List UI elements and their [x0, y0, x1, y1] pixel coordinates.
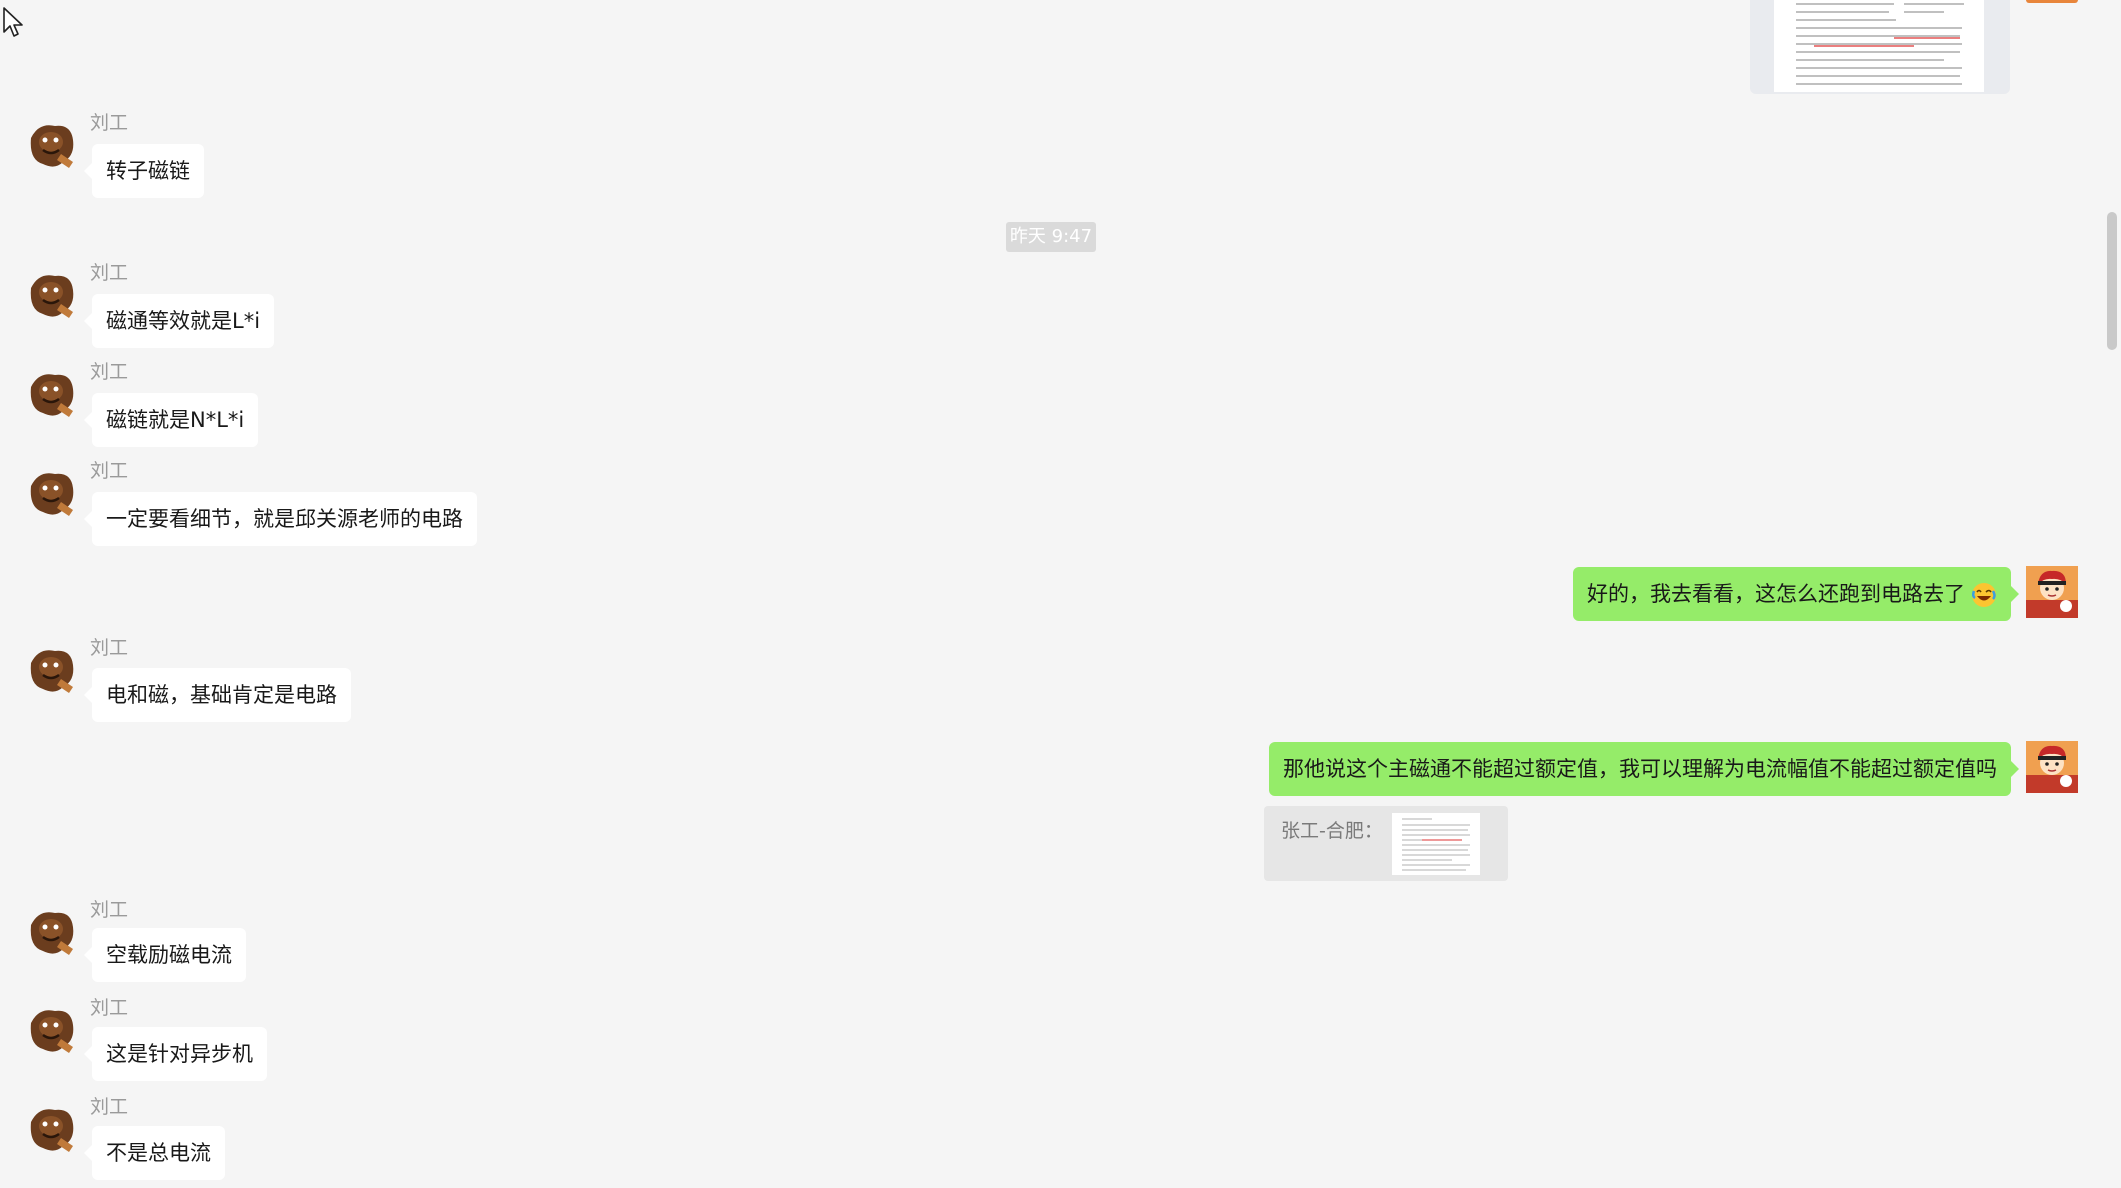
- avatar[interactable]: [25, 643, 77, 695]
- message-text: 好的，我去看看，这怎么还跑到电路去了: [1587, 582, 1965, 606]
- message-bubble[interactable]: 磁通等效就是L*i: [83, 294, 275, 348]
- scrollbar-thumb[interactable]: [2107, 212, 2117, 350]
- mouse-cursor-icon: [3, 7, 23, 37]
- self-avatar[interactable]: [2026, 741, 2078, 793]
- avatar[interactable]: [25, 466, 77, 518]
- message-bubble[interactable]: 不是总电流: [84, 1126, 225, 1180]
- avatar[interactable]: [25, 905, 77, 957]
- sender-name: 刘工: [90, 637, 129, 659]
- message-bubble[interactable]: 电和磁，基础肯定是电路: [84, 668, 351, 722]
- quoted-image-thumbnail[interactable]: [1392, 813, 1480, 875]
- message-bubble-outgoing[interactable]: 那他说这个主磁通不能超过额定值，我可以理解为电流幅值不能超过额定值吗: [1269, 742, 2019, 796]
- message-bubble[interactable]: 转子磁链: [84, 144, 204, 198]
- self-avatar[interactable]: [2026, 0, 2078, 3]
- document-image-message[interactable]: [1750, 0, 2010, 94]
- laughing-crying-emoji-icon: [1971, 583, 1996, 607]
- sender-name: 刘工: [90, 112, 129, 134]
- avatar[interactable]: [25, 118, 77, 170]
- message-bubble[interactable]: 一定要看细节，就是邱关源老师的电路: [84, 492, 477, 546]
- message-bubble[interactable]: 这是针对异步机: [84, 1027, 267, 1081]
- sender-name: 刘工: [90, 1096, 129, 1118]
- sender-name: 刘工: [90, 361, 129, 383]
- timestamp-divider: 昨天 9:47: [1006, 222, 1096, 252]
- avatar[interactable]: [25, 367, 77, 419]
- avatar[interactable]: [25, 1102, 77, 1154]
- sender-name: 刘工: [90, 899, 129, 921]
- self-avatar[interactable]: [2026, 566, 2078, 618]
- message-bubble[interactable]: 空载励磁电流: [84, 928, 246, 982]
- sender-name: 刘工: [90, 460, 129, 482]
- quoted-message[interactable]: 张工-合肥：: [1264, 806, 1508, 881]
- quote-sender-label: 张工-合肥：: [1281, 820, 1383, 842]
- document-thumbnail: [1774, 0, 1984, 92]
- avatar[interactable]: [25, 268, 77, 320]
- sender-name: 刘工: [90, 997, 129, 1019]
- message-bubble[interactable]: 磁链就是N*L*i: [83, 393, 259, 447]
- message-bubble-outgoing[interactable]: 好的，我去看看，这怎么还跑到电路去了: [1573, 567, 2019, 621]
- sender-name: 刘工: [90, 262, 129, 284]
- avatar[interactable]: [25, 1003, 77, 1055]
